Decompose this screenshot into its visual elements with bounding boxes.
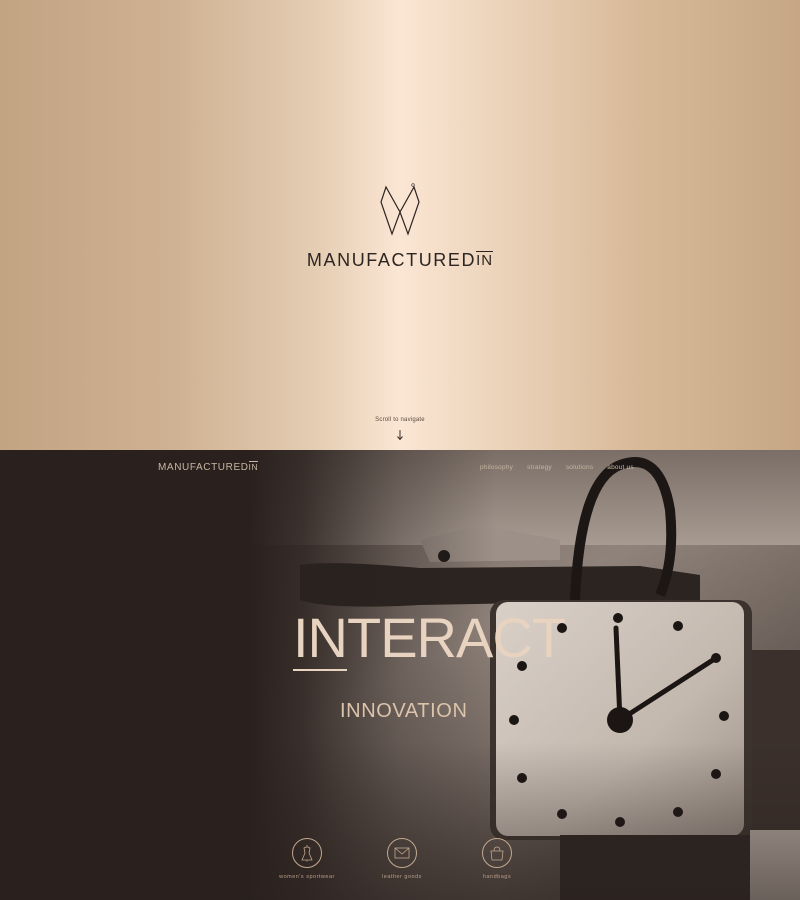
header-logo[interactable]: MANUFACTUREDIN xyxy=(158,461,259,473)
main-title: INTERACT xyxy=(293,606,566,671)
envelope-icon xyxy=(394,847,410,859)
arrow-down-icon[interactable] xyxy=(395,429,405,441)
hero-brand-main: MANUFACTURED xyxy=(306,250,477,270)
hero-logo[interactable] xyxy=(0,182,800,238)
handbag-icon xyxy=(490,846,504,861)
category-icon-circle xyxy=(387,838,417,868)
category-label: women's sportwear xyxy=(279,874,335,880)
clock-photo-background xyxy=(0,450,800,900)
category-label: handbags xyxy=(482,874,512,880)
title-rest: TERACT xyxy=(347,606,566,669)
dress-form-icon xyxy=(301,845,313,862)
category-womens-sportwear[interactable]: women's sportwear xyxy=(267,838,347,880)
nav-item-strategy[interactable]: strategy xyxy=(527,464,552,471)
hero-section: MANUFACTUREDIN Scroll to navigate xyxy=(0,0,800,450)
nav-item-solutions[interactable]: solutions xyxy=(566,464,593,471)
main-subtitle: INNOVATION xyxy=(340,700,468,722)
interact-section: MANUFACTUREDIN philosophy strategy solut… xyxy=(0,450,800,900)
category-leather-goods[interactable]: leather goods xyxy=(362,838,442,880)
nav-item-philosophy[interactable]: philosophy xyxy=(480,464,513,471)
hero-brand-in: IN xyxy=(476,251,494,269)
brand-mark-icon xyxy=(380,183,420,236)
category-handbags[interactable]: handbags xyxy=(457,838,537,880)
header-logo-in: IN xyxy=(248,461,259,472)
hero-brand-wordmark: MANUFACTUREDIN xyxy=(0,250,800,271)
main-nav: philosophy strategy solutions about us xyxy=(480,464,648,471)
category-icon-circle xyxy=(482,838,512,868)
nav-item-about-us[interactable]: about us xyxy=(607,464,634,471)
category-label: leather goods xyxy=(382,874,422,880)
header-logo-main: MANUFACTURED xyxy=(158,462,249,473)
category-icon-circle xyxy=(292,838,322,868)
scroll-hint: Scroll to navigate xyxy=(375,417,425,423)
title-underlined-part: IN xyxy=(293,606,348,671)
